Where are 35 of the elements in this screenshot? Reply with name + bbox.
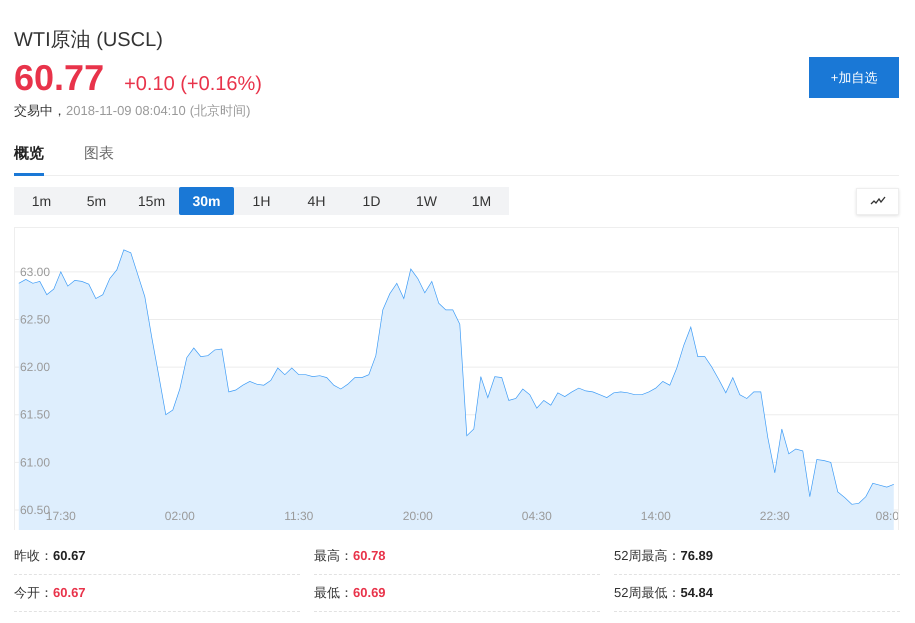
x-axis-label: 20:00 bbox=[402, 509, 433, 523]
line-chart-icon bbox=[870, 196, 886, 206]
x-axis-label: 11:30 bbox=[284, 509, 314, 523]
y-axis-label: 61.50 bbox=[20, 408, 50, 422]
price-change: +0.10 (+0.16%) bbox=[124, 73, 262, 96]
timestamp: 2018-11-09 08:04:10 bbox=[66, 103, 186, 118]
stat-label: 今开： bbox=[14, 585, 53, 600]
chart-type-button[interactable] bbox=[856, 188, 899, 214]
y-axis-label: 63.00 bbox=[20, 264, 50, 279]
stat-value: 60.67 bbox=[53, 585, 86, 600]
x-axis-label: 02:00 bbox=[164, 509, 195, 523]
y-axis-label: 61.00 bbox=[20, 455, 50, 470]
stat-value: 76.89 bbox=[680, 548, 714, 563]
stat-label: 昨收： bbox=[14, 548, 53, 563]
price-value: 60.77 bbox=[14, 58, 104, 98]
stat-value: 60.78 bbox=[353, 548, 386, 563]
instrument-title: WTI原油 (USCL) bbox=[14, 28, 164, 53]
y-axis-label: 62.50 bbox=[20, 312, 50, 326]
x-axis-label: 04:30 bbox=[522, 509, 552, 523]
tab[interactable]: 概览 bbox=[14, 138, 44, 176]
tab[interactable]: 图表 bbox=[84, 138, 114, 176]
stat-value: 54.84 bbox=[680, 585, 714, 600]
add-watchlist-button[interactable]: +加自选 bbox=[809, 57, 899, 98]
stat-label: 最高： bbox=[314, 548, 353, 563]
x-axis-label: 14:00 bbox=[640, 509, 671, 523]
stat-label: 52周最高： bbox=[614, 548, 680, 563]
trading-status: 交易中， bbox=[14, 103, 66, 118]
stat-label: 52周最低： bbox=[614, 585, 680, 600]
timezone-label: (北京时间) bbox=[190, 103, 250, 118]
stat-value: 60.69 bbox=[353, 585, 386, 600]
stat-label: 最低： bbox=[314, 585, 353, 600]
y-axis-label: 62.00 bbox=[20, 360, 50, 374]
stat-value: 60.67 bbox=[53, 548, 86, 563]
interval-button[interactable]: 30m bbox=[179, 187, 234, 215]
x-axis-label: 22:30 bbox=[760, 509, 790, 523]
